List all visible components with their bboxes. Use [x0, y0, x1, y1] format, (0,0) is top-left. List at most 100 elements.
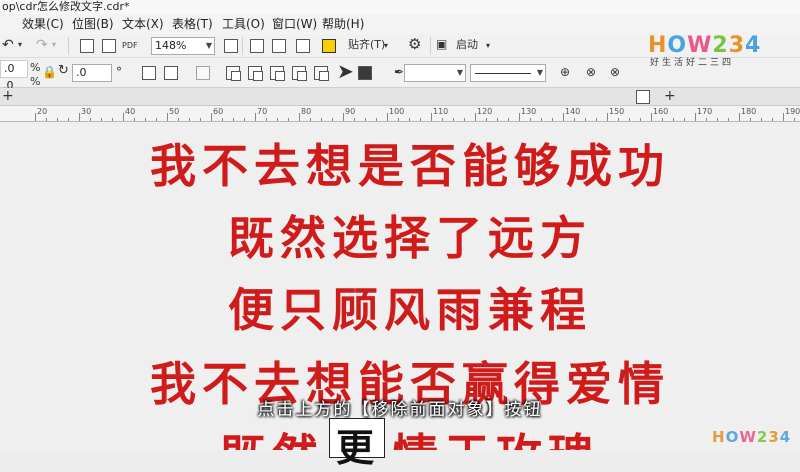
- ruler-label: 90: [345, 107, 356, 116]
- front-minus-back-icon[interactable]: [314, 66, 329, 81]
- back-minus-front-icon[interactable]: [358, 66, 372, 80]
- launch-menu[interactable]: 启动: [456, 37, 478, 53]
- ruler-tick: [277, 118, 278, 121]
- degree-icon: °: [116, 65, 122, 79]
- ruler-tick: [662, 118, 663, 121]
- document-tab-strip: + +: [0, 88, 800, 106]
- chevron-down-icon[interactable]: ▾: [486, 38, 490, 54]
- ruler-label: 80: [301, 107, 312, 116]
- ruler-tick: [640, 118, 641, 121]
- show-grid-icon[interactable]: [272, 39, 286, 53]
- add-docker-icon[interactable]: +: [664, 88, 676, 104]
- ruler-label: 70: [257, 107, 268, 116]
- ruler-label: 60: [213, 107, 224, 116]
- gear-icon[interactable]: ⚙: [408, 36, 421, 52]
- ruler-tick: [607, 113, 608, 121]
- text-line-2[interactable]: 既然选择了远方: [0, 202, 800, 268]
- ruler-tick: [442, 118, 443, 121]
- zoom-level-value: 148%: [155, 39, 187, 52]
- ruler-tick: [717, 118, 718, 121]
- ruler-tick: [486, 118, 487, 121]
- ruler-tick: [618, 118, 619, 121]
- ruler-tick: [651, 113, 652, 121]
- trim-icon[interactable]: [248, 66, 263, 81]
- mouse-cursor-icon: ➤: [337, 59, 354, 83]
- ruler-tick: [695, 113, 696, 121]
- ruler-tick: [299, 113, 300, 121]
- text-line-1[interactable]: 我不去想是否能够成功: [0, 130, 800, 196]
- menu-text[interactable]: 文本(X): [122, 14, 164, 34]
- menu-help[interactable]: 帮助(H): [322, 14, 364, 34]
- ruler-label: 180: [741, 107, 757, 116]
- menu-bitmaps[interactable]: 位图(B): [72, 14, 114, 34]
- horizontal-ruler[interactable]: 20 30 40 50 60 70 80 90 100 110 120 130 140 150 160 170…: [0, 106, 800, 122]
- menu-table[interactable]: 表格(T): [172, 14, 213, 34]
- lock-ratio-icon[interactable]: 🔒: [42, 64, 57, 80]
- ruler-tick: [90, 118, 91, 121]
- ruler-tick: [244, 118, 245, 121]
- group-icon[interactable]: [196, 66, 210, 80]
- zoom-level-select[interactable]: 148% ▼: [151, 37, 215, 55]
- ruler-tick: [387, 113, 388, 121]
- simplify-icon[interactable]: [292, 66, 307, 81]
- full-screen-preview-icon[interactable]: [224, 39, 238, 53]
- break-apart-icon[interactable]: ⊗: [610, 64, 620, 80]
- publish-pdf-icon[interactable]: PDF: [122, 38, 138, 54]
- toolbar-separator: [430, 37, 431, 55]
- ruler-tick: [772, 118, 773, 121]
- redo-icon[interactable]: ↷: [36, 37, 48, 53]
- ruler-label: 100: [389, 107, 405, 116]
- line-style-select[interactable]: ▼: [470, 64, 546, 82]
- ruler-tick: [376, 118, 377, 121]
- menu-window[interactable]: 窗口(W): [272, 14, 317, 34]
- brand-slogan: 好生活好二三四: [650, 58, 735, 68]
- ruler-tick: [101, 118, 102, 121]
- ruler-tick: [563, 113, 564, 121]
- ruler-tick: [530, 118, 531, 121]
- import-icon[interactable]: [80, 39, 94, 53]
- remove-front-object-icon[interactable]: [322, 39, 336, 53]
- ruler-tick: [321, 118, 322, 121]
- add-tab-icon[interactable]: +: [2, 88, 14, 104]
- intersect-icon[interactable]: [270, 66, 285, 81]
- undo-dropdown-icon[interactable]: ▾: [18, 37, 22, 53]
- ruler-tick: [365, 118, 366, 121]
- selected-character-box[interactable]: 更: [329, 418, 385, 470]
- text-line-5-end[interactable]: 情于玫瑰: [392, 420, 600, 450]
- scale-width-field[interactable]: .0: [0, 60, 28, 78]
- menu-effects[interactable]: 效果(C): [22, 14, 64, 34]
- redo-dropdown-icon[interactable]: ▾: [52, 37, 56, 53]
- ruler-tick: [431, 113, 432, 121]
- ruler-label: 40: [125, 107, 136, 116]
- align-panel-icon[interactable]: [636, 90, 650, 104]
- ruler-tick: [145, 118, 146, 121]
- toolbar-separator: [242, 37, 243, 55]
- ruler-tick: [728, 118, 729, 121]
- convert-to-curves-icon[interactable]: ⊕: [560, 64, 570, 80]
- ruler-label: 190: [785, 107, 800, 116]
- ruler-tick: [211, 113, 212, 121]
- show-guidelines-icon[interactable]: [296, 39, 310, 53]
- snap-to-menu[interactable]: 贴齐(T): [348, 37, 385, 53]
- outline-pen-icon[interactable]: ✒: [394, 64, 404, 80]
- toolbar-separator: [68, 37, 69, 55]
- ruler-tick: [178, 118, 179, 121]
- rotation-angle-field[interactable]: .0: [72, 64, 112, 82]
- ruler-tick: [497, 118, 498, 121]
- show-rulers-icon[interactable]: [250, 39, 264, 53]
- ruler-tick: [222, 118, 223, 121]
- text-line-3[interactable]: 便只顾风雨兼程: [0, 274, 800, 340]
- menu-tools[interactable]: 工具(O): [222, 14, 265, 34]
- outline-width-select[interactable]: ▼: [404, 64, 466, 82]
- mirror-horizontal-icon[interactable]: [142, 66, 156, 80]
- undo-icon[interactable]: ↶: [2, 37, 14, 53]
- weld-icon[interactable]: [226, 66, 241, 81]
- export-icon[interactable]: [102, 39, 116, 53]
- text-line-5-start[interactable]: 既然: [220, 420, 324, 450]
- mirror-vertical-icon[interactable]: [164, 66, 178, 80]
- ruler-tick: [750, 118, 751, 121]
- chevron-down-icon[interactable]: ▾: [384, 38, 388, 54]
- ruler-tick: [200, 118, 201, 121]
- edit-nodes-icon[interactable]: ⊗: [586, 64, 596, 80]
- launch-icon[interactable]: ▣: [436, 36, 447, 52]
